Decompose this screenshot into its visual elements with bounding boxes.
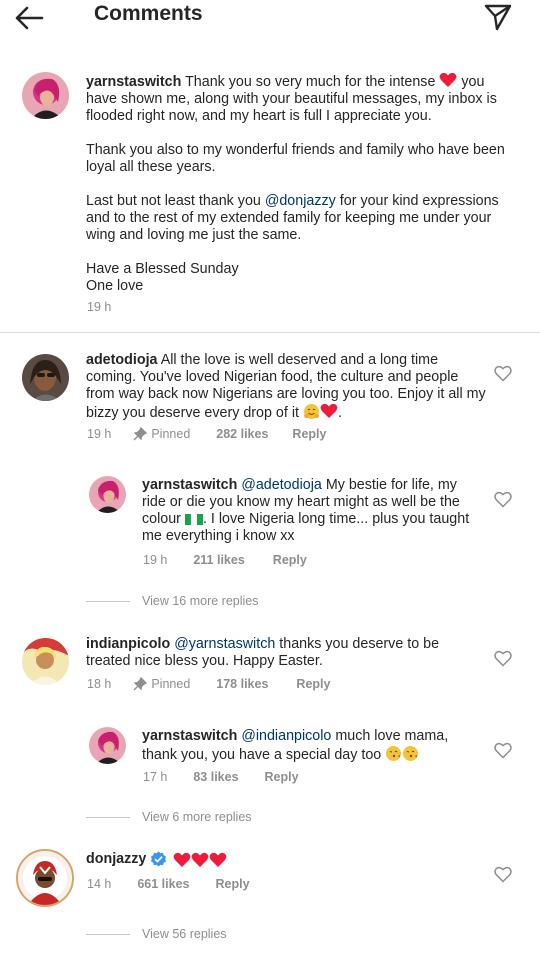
comment-meta: 19 h Pinned 282 likes Reply (87, 427, 326, 441)
like-button[interactable] (494, 491, 514, 511)
avatar[interactable] (16, 849, 74, 907)
comment-username[interactable]: yarnstaswitch (86, 74, 181, 90)
avatar[interactable] (89, 476, 126, 513)
pin-icon (133, 427, 148, 441)
avatar[interactable] (22, 354, 69, 401)
likes-count[interactable]: 282 likes (216, 427, 268, 441)
kissing-face-emoji-icon (403, 746, 419, 761)
mention-link[interactable]: @donjazzy (265, 193, 336, 209)
mention-link[interactable]: @yarnstaswitch (174, 636, 275, 652)
comment-meta: 17 h 83 likes Reply (143, 770, 299, 784)
red-heart-emoji-icon (191, 852, 209, 867)
hugging-face-emoji-icon (303, 404, 319, 419)
post-caption: yarnstaswitch Thank you so very much for… (0, 58, 540, 332)
pinned-label: Pinned (151, 427, 191, 441)
back-arrow-icon (15, 6, 44, 30)
caption-paragraph: One love (86, 278, 144, 294)
comment-meta: 14 h 661 likes Reply (87, 877, 250, 891)
reply-button[interactable]: Reply (265, 770, 299, 784)
verified-badge-icon (151, 851, 167, 867)
comment-meta: 19 h 211 likes Reply (143, 553, 307, 567)
likes-count[interactable]: 83 likes (193, 770, 238, 784)
avatar[interactable] (89, 727, 126, 764)
heart-icon (494, 742, 512, 759)
like-button[interactable] (494, 742, 514, 762)
likes-count[interactable]: 211 likes (193, 553, 244, 567)
view-more-replies[interactable]: View 6 more replies (86, 810, 252, 824)
pinned-label: Pinned (151, 677, 191, 691)
header: Comments (0, 0, 540, 44)
back-button[interactable] (14, 2, 58, 34)
timestamp: 18 h (87, 677, 112, 691)
reply-button[interactable]: Reply (296, 677, 330, 691)
red-heart-emoji-icon (320, 403, 338, 418)
divider (86, 933, 130, 935)
view-more-replies[interactable]: View 16 more replies (86, 594, 259, 608)
view-more-replies[interactable]: View 56 replies (86, 927, 227, 941)
red-heart-emoji-icon (173, 852, 191, 867)
timestamp: 19 h (143, 553, 168, 567)
heart-icon (494, 491, 512, 508)
heart-icon (494, 650, 512, 667)
timestamp: 14 h (87, 877, 112, 891)
mention-link[interactable]: @indianpicolo (241, 728, 331, 744)
divider (86, 816, 130, 818)
divider (0, 332, 540, 333)
nigeria-flag-icon (184, 513, 203, 526)
share-button[interactable] (480, 2, 516, 32)
send-icon (484, 4, 512, 31)
comment-username[interactable]: indianpicolo (86, 636, 170, 652)
comment-username[interactable]: adetodioja (86, 352, 158, 368)
comment-username[interactable]: yarnstaswitch (142, 728, 237, 744)
red-heart-emoji-icon (440, 72, 457, 87)
likes-count[interactable]: 661 likes (137, 877, 189, 891)
reply-button[interactable]: Reply (215, 877, 249, 891)
like-button[interactable] (494, 365, 514, 385)
red-heart-emoji-icon (209, 852, 227, 867)
like-button[interactable] (494, 866, 514, 886)
reply-button[interactable]: Reply (273, 553, 307, 567)
heart-icon (494, 365, 512, 382)
caption-paragraph: Last but not least thank you @donjazzy f… (86, 193, 499, 243)
kissing-face-emoji-icon (386, 746, 402, 761)
caption-paragraph: Thank you also to my wonderful friends a… (86, 142, 505, 175)
heart-icon (494, 866, 512, 883)
timestamp: 19 h (87, 300, 112, 314)
caption-paragraph: Have a Blessed Sunday (86, 261, 239, 277)
divider (86, 600, 130, 602)
caption-text: Thank you so very much for the intense (185, 74, 436, 90)
timestamp: 17 h (143, 770, 168, 784)
like-button[interactable] (494, 650, 514, 670)
avatar[interactable] (22, 638, 69, 685)
reply-button[interactable]: Reply (292, 427, 326, 441)
avatar[interactable] (22, 72, 69, 119)
likes-count[interactable]: 178 likes (216, 677, 268, 691)
mention-link[interactable]: @adetodioja (241, 477, 322, 493)
pin-icon (133, 677, 148, 691)
comment-username[interactable]: donjazzy (86, 851, 146, 868)
comment-meta: 19 h (87, 300, 111, 314)
timestamp: 19 h (87, 427, 112, 441)
comment-username[interactable]: yarnstaswitch (142, 477, 237, 493)
page-title: Comments (94, 2, 203, 25)
comment-meta: 18 h Pinned 178 likes Reply (87, 677, 330, 691)
